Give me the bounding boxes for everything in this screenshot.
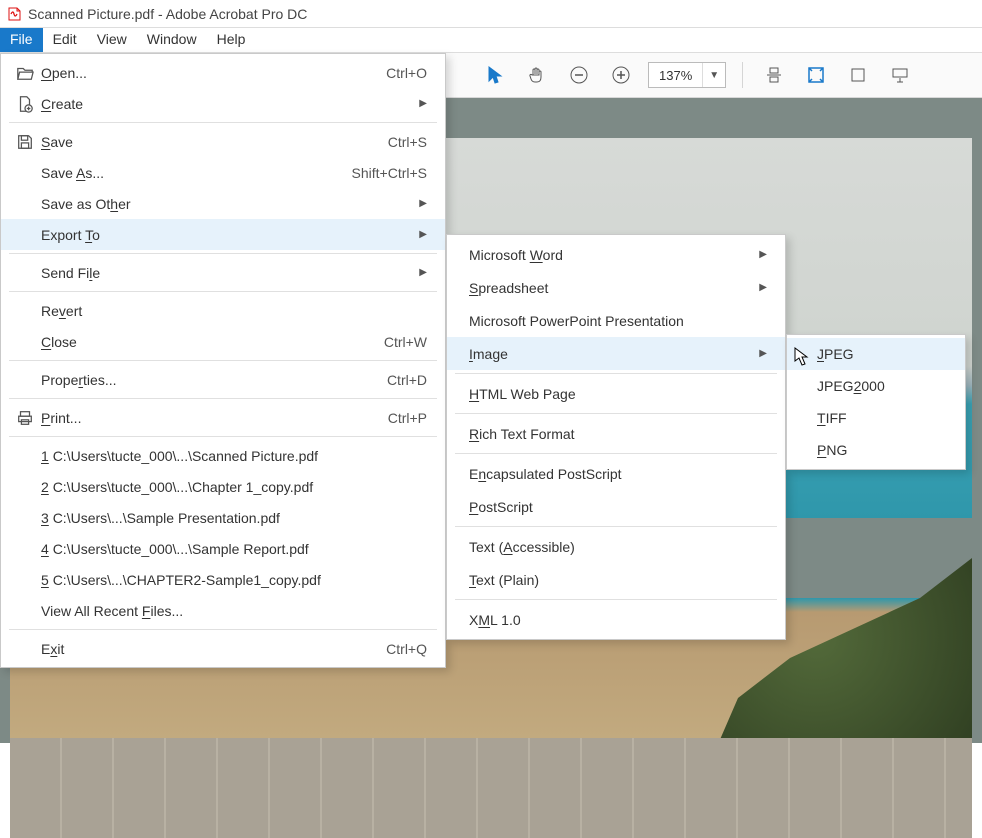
image-jpeg2000[interactable]: JPEG2000 [787, 370, 965, 402]
submenu-arrow-icon: ▶ [719, 249, 767, 260]
menu-window[interactable]: Window [137, 28, 207, 52]
fit-page-icon[interactable] [801, 60, 831, 90]
menu-properties-label: Properties... [39, 372, 117, 388]
menu-separator [455, 526, 777, 527]
menu-separator [455, 599, 777, 600]
submenu-arrow-icon: ▶ [719, 282, 767, 293]
menu-separator [9, 253, 437, 254]
menu-view[interactable]: View [87, 28, 137, 52]
window-title: Scanned Picture.pdf - Adobe Acrobat Pro … [28, 6, 307, 22]
export-word[interactable]: Microsoft Word▶ [447, 238, 785, 271]
menu-print[interactable]: Print... Ctrl+P [1, 402, 445, 433]
menu-print-label: Print... [39, 410, 81, 426]
export-ppt[interactable]: Microsoft PowerPoint Presentation [447, 304, 785, 337]
menu-help[interactable]: Help [207, 28, 256, 52]
menu-exit-label: Exit [39, 641, 64, 657]
zoom-value: 137% [649, 68, 702, 83]
submenu-arrow-icon: ▶ [379, 267, 427, 278]
export-xml[interactable]: XML 1.0 [447, 603, 785, 636]
menu-save-as[interactable]: Save As... Shift+Ctrl+S [1, 157, 445, 188]
menu-save-label: Save [39, 134, 73, 150]
menu-exit-accel: Ctrl+Q [346, 641, 427, 657]
menu-file[interactable]: File [0, 28, 43, 52]
menu-edit[interactable]: Edit [43, 28, 87, 52]
menu-create[interactable]: Create ▶ [1, 88, 445, 119]
document-plus-icon [11, 95, 39, 113]
submenu-arrow-icon: ▶ [379, 98, 427, 109]
image-png[interactable]: PNG [787, 434, 965, 466]
menu-save-other[interactable]: Save as Other ▶ [1, 188, 445, 219]
print-icon [11, 409, 39, 427]
acrobat-icon [6, 6, 22, 22]
submenu-arrow-icon: ▶ [379, 229, 427, 240]
menu-recent-1[interactable]: 1 C:\Users\tucte_000\...\Scanned Picture… [1, 440, 445, 471]
export-spreadsheet[interactable]: Spreadsheet▶ [447, 271, 785, 304]
menu-separator [9, 398, 437, 399]
submenu-arrow-icon: ▶ [719, 348, 767, 359]
menu-close-label: Close [39, 334, 77, 350]
select-tool-icon[interactable] [480, 60, 510, 90]
image-format-submenu: JPEG JPEG2000 TIFF PNG [786, 334, 966, 470]
menu-save[interactable]: Save Ctrl+S [1, 126, 445, 157]
menu-separator [9, 360, 437, 361]
menu-close[interactable]: Close Ctrl+W [1, 326, 445, 357]
zoom-out-icon[interactable] [564, 60, 594, 90]
menu-properties[interactable]: Properties... Ctrl+D [1, 364, 445, 395]
menu-separator [9, 629, 437, 630]
menu-separator [455, 453, 777, 454]
export-html[interactable]: HTML Web Page [447, 377, 785, 410]
menu-bar: File Edit View Window Help [0, 28, 982, 53]
menu-exit[interactable]: Exit Ctrl+Q [1, 633, 445, 664]
title-bar: Scanned Picture.pdf - Adobe Acrobat Pro … [0, 0, 982, 28]
menu-separator [9, 122, 437, 123]
export-to-submenu: Microsoft Word▶ Spreadsheet▶ Microsoft P… [446, 234, 786, 640]
menu-export-to[interactable]: Export To ▶ [1, 219, 445, 250]
menu-separator [9, 291, 437, 292]
fullscreen-icon[interactable] [843, 60, 873, 90]
menu-recent-2[interactable]: 2 C:\Users\tucte_000\...\Chapter 1_copy.… [1, 471, 445, 502]
menu-save-as-accel: Shift+Ctrl+S [312, 165, 427, 181]
folder-open-icon [11, 64, 39, 82]
menu-close-accel: Ctrl+W [344, 334, 427, 350]
menu-send-file-label: Send File [39, 265, 100, 281]
export-image[interactable]: Image▶ [447, 337, 785, 370]
save-icon [11, 133, 39, 151]
hand-tool-icon[interactable] [522, 60, 552, 90]
menu-revert[interactable]: Revert [1, 295, 445, 326]
menu-save-as-label: Save As... [39, 165, 104, 181]
export-text-accessible[interactable]: Text (Accessible) [447, 530, 785, 563]
zoom-select[interactable]: 137% ▼ [648, 62, 726, 88]
menu-create-label: Create [39, 96, 83, 112]
export-eps[interactable]: Encapsulated PostScript [447, 457, 785, 490]
export-ps[interactable]: PostScript [447, 490, 785, 523]
menu-separator [9, 436, 437, 437]
toolbar-separator [742, 62, 743, 88]
menu-open[interactable]: Open... Ctrl+O [1, 57, 445, 88]
export-text-plain[interactable]: Text (Plain) [447, 563, 785, 596]
file-menu-dropdown: Open... Ctrl+O Create ▶ Save Ctrl+S Save… [0, 53, 446, 668]
menu-separator [455, 373, 777, 374]
menu-recent-5[interactable]: 5 C:\Users\...\CHAPTER2-Sample1_copy.pdf [1, 564, 445, 595]
menu-print-accel: Ctrl+P [348, 410, 427, 426]
menu-send-file[interactable]: Send File ▶ [1, 257, 445, 288]
export-rtf[interactable]: Rich Text Format [447, 417, 785, 450]
read-mode-icon[interactable] [885, 60, 915, 90]
menu-properties-accel: Ctrl+D [347, 372, 427, 388]
image-tiff[interactable]: TIFF [787, 402, 965, 434]
menu-recent-3[interactable]: 3 C:\Users\...\Sample Presentation.pdf [1, 502, 445, 533]
menu-save-accel: Ctrl+S [348, 134, 427, 150]
zoom-in-icon[interactable] [606, 60, 636, 90]
menu-save-other-label: Save as Other [39, 196, 131, 212]
fit-width-icon[interactable] [759, 60, 789, 90]
menu-export-to-label: Export To [39, 227, 100, 243]
menu-separator [455, 413, 777, 414]
chevron-down-icon: ▼ [702, 63, 725, 87]
menu-open-accel: Ctrl+O [346, 65, 427, 81]
submenu-arrow-icon: ▶ [379, 198, 427, 209]
menu-open-label: Open... [39, 65, 87, 81]
menu-revert-label: Revert [39, 303, 82, 319]
menu-recent-4[interactable]: 4 C:\Users\tucte_000\...\Sample Report.p… [1, 533, 445, 564]
image-jpeg[interactable]: JPEG [787, 338, 965, 370]
menu-view-all-recent[interactable]: View All Recent Files... [1, 595, 445, 626]
